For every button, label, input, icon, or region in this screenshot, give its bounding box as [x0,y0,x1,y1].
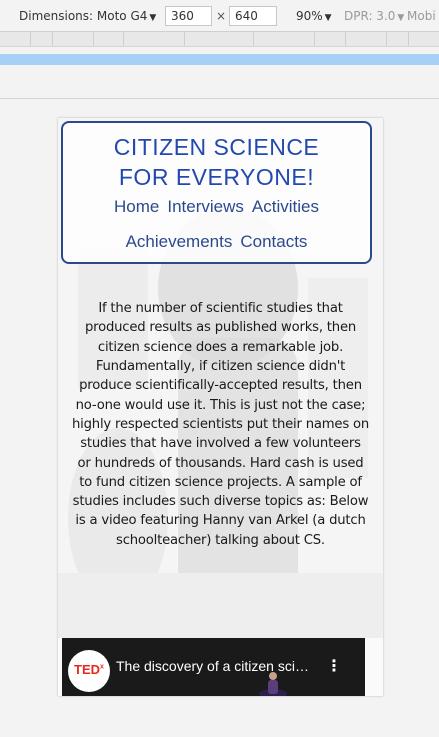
media-query-bar[interactable] [0,54,439,65]
divider [0,98,439,99]
main-nav: Home Interviews Activities Achievements … [63,196,370,253]
ruler-tick [386,32,387,46]
dropdown-caret-icon: ▼ [397,13,405,23]
ruler-tick [123,32,124,46]
ruler-tick [253,32,254,46]
ruler-tick [93,32,94,46]
width-input[interactable]: 360 [165,6,212,26]
ruler-tick [314,32,315,46]
device-selector[interactable]: Dimensions: Moto G4 ▼ [19,9,156,23]
site-title-line1: CITIZEN SCIENCE [113,134,320,160]
site-title-line2: FOR EVERYONE! [118,164,315,190]
ted-logo-x: x [100,663,104,671]
intro-paragraph: If the number of scientific studies that… [72,301,370,548]
ted-logo-text: TED [74,662,101,677]
dropdown-caret-icon: ▼ [149,13,157,23]
nav-activities[interactable]: Activities [252,196,319,218]
device-viewport: CITIZEN SCIENCE FOR EVERYONE! Home Inter… [58,118,383,696]
ted-logo: TEDx [68,650,110,692]
times-symbol: × [216,9,227,23]
ruler-tick [184,32,185,46]
ruler-tick [345,32,346,46]
zoom-label: 90% [296,9,323,23]
device-label: Dimensions: Moto G4 [19,9,148,23]
ruler-tick [30,32,31,46]
more-options-icon[interactable]: ⋮ [326,656,342,675]
zoom-selector[interactable]: 90% ▼ [296,9,332,23]
nav-achievements[interactable]: Achievements [126,231,233,253]
nav-interviews[interactable]: Interviews [167,196,244,218]
dpr-label: DPR: 3.0 [344,9,396,23]
nav-contacts[interactable]: Contacts [240,231,307,253]
ruler-tick [52,32,53,46]
ruler-bar [0,32,439,47]
mobile-label: Mobi [407,9,436,23]
site-header: CITIZEN SCIENCE FOR EVERYONE! Home Inter… [61,121,372,264]
nav-home[interactable]: Home [114,196,159,218]
ruler-tick [408,32,409,46]
mobile-selector[interactable]: Mobi [407,9,436,23]
device-toolbar: Dimensions: Moto G4 ▼ 360 × 640 90% ▼ DPR:… [0,0,439,32]
speaker-thumbnail [259,672,287,696]
dpr-selector[interactable]: DPR: 3.0 ▼ [344,9,404,23]
height-input[interactable]: 640 [229,6,277,26]
dropdown-caret-icon: ▼ [324,13,332,23]
video-embed[interactable]: TEDx The discovery of a citizen scientis… [62,638,365,696]
site-title: CITIZEN SCIENCE FOR EVERYONE! [63,132,370,192]
